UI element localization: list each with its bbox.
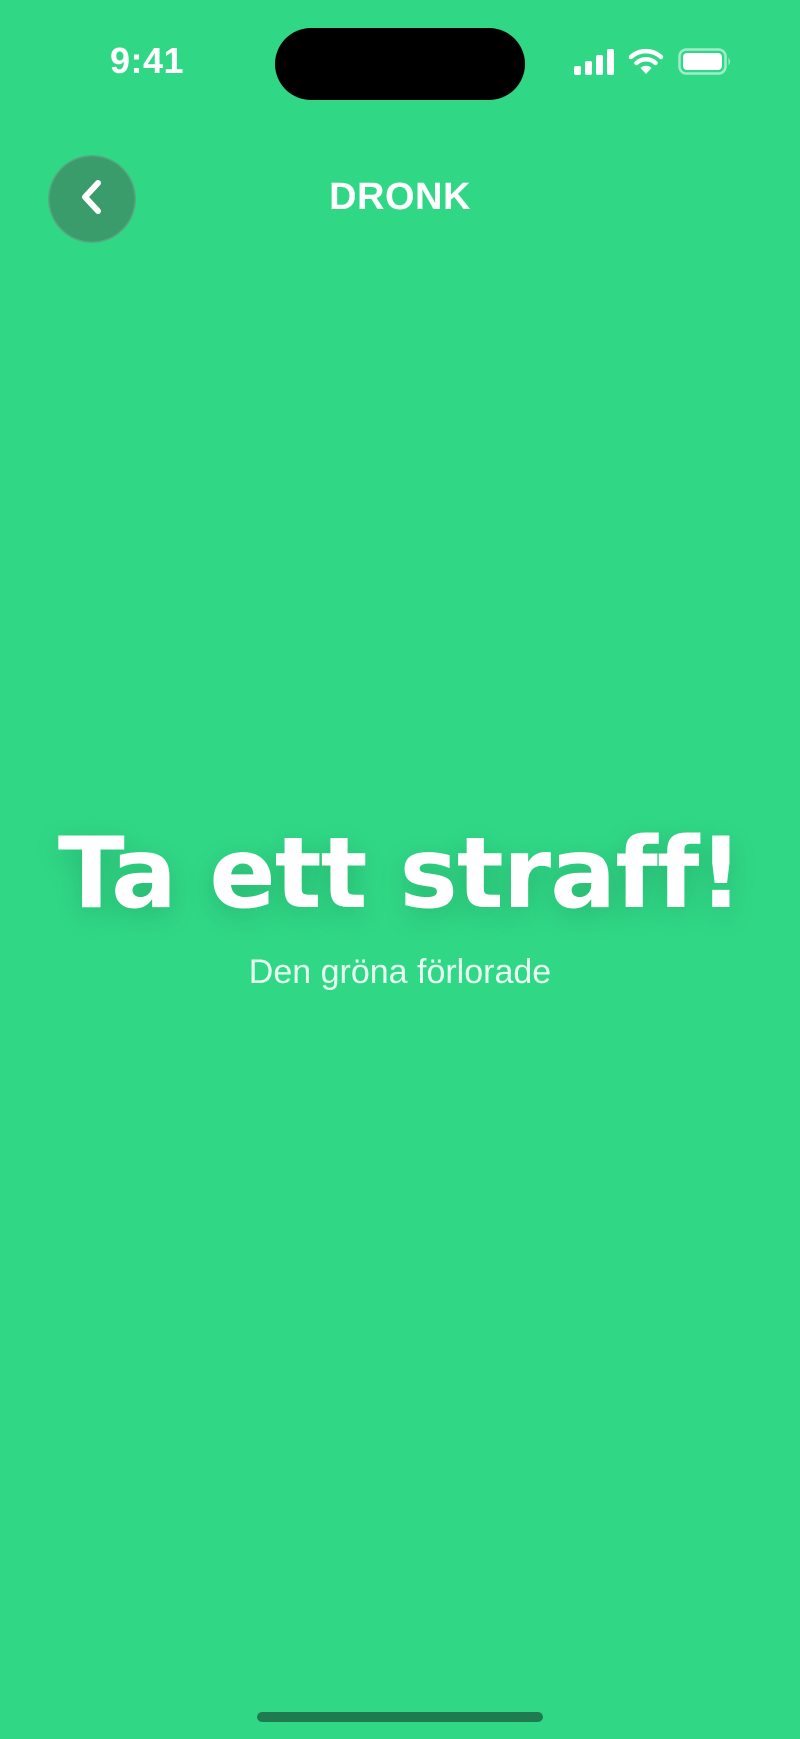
cellular-signal-icon: [574, 48, 614, 75]
dynamic-island: [275, 28, 525, 100]
wifi-icon: [628, 48, 664, 75]
battery-icon: [678, 48, 732, 75]
subtitle: Den gröna förlorade: [248, 953, 552, 991]
headline: Ta ett straff!: [57, 817, 743, 931]
home-indicator[interactable]: [257, 1712, 543, 1722]
page-title: DRONK: [329, 176, 471, 218]
result-message: Ta ett straff! Den gröna förlorade: [0, 815, 800, 992]
status-time: 9:41: [110, 40, 185, 81]
status-icons: [574, 48, 732, 75]
game-screen: 9:41 DRONK Ta ett straff! Den gröna förl…: [0, 0, 800, 1739]
